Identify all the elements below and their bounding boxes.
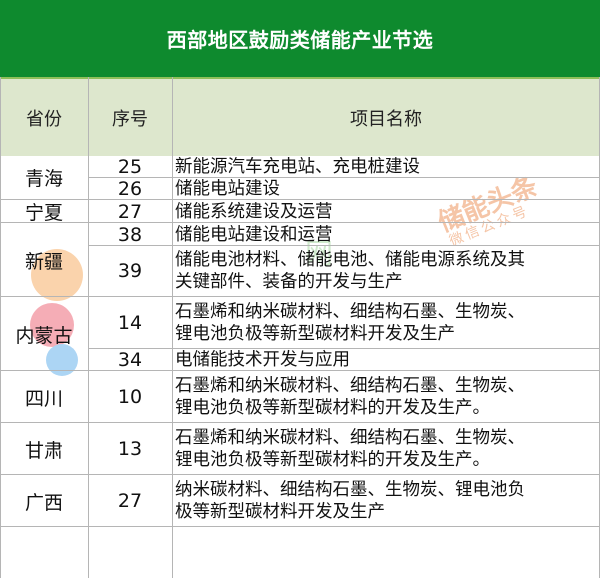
row-project: 石墨烯和纳米碳材料、细结构石墨、生物炭、 锂电池负极等新型碳材料的开发及生产。 <box>175 424 600 474</box>
group-divider <box>0 422 600 423</box>
row-province: 新疆 <box>24 250 63 273</box>
row-project-lines: 石墨烯和纳米碳材料、细结构石墨、生物炭、 锂电池负极等新型碳材料的开发及生产。 <box>175 375 525 419</box>
row-project-line: 石墨烯和纳米碳材料、细结构石墨、生物炭、 <box>175 428 525 448</box>
row-project-line: 极等新型碳材料开发及生产 <box>175 502 385 522</box>
table-header: 省份 序号 项目名称 <box>0 77 600 156</box>
row-number: 25 <box>117 155 143 178</box>
row-number: 34 <box>117 348 143 371</box>
row-project: 储能电池材料、储能电池、储能电源系统及其 关键部件、装备的开发与生产 <box>175 246 600 296</box>
row-project-lines: 新能源汽车充电站、充电桩建设 <box>175 156 420 178</box>
row-number: 38 <box>117 223 143 246</box>
row-province: 宁夏 <box>24 202 63 224</box>
row-project: 石墨烯和纳米碳材料、细结构石墨、生物炭、 锂电池负极等新型碳材料开发及生产 <box>175 298 600 348</box>
column-divider <box>172 77 173 578</box>
row-number: 27 <box>117 200 143 223</box>
row-province: 甘肃 <box>24 439 63 462</box>
row-province: 四川 <box>24 387 63 410</box>
row-project: 储能系统建设及运营 <box>175 201 600 222</box>
row-project-lines: 储能电站建设和运营 <box>175 224 333 246</box>
group-divider <box>0 474 600 475</box>
row-project: 纳米碳材料、细结构石墨、生物炭、锂电池负 极等新型碳材料开发及生产 <box>175 476 600 526</box>
row-number: 26 <box>117 177 143 200</box>
row-number: 14 <box>117 312 143 334</box>
row-project-line: 储能电站建设 <box>175 178 280 199</box>
column-divider <box>88 77 89 578</box>
row-project-line: 关键部件、装备的开发与生产 <box>175 272 403 292</box>
row-project-line: 锂电池负极等新型碳材料的开发及生产。 <box>175 450 490 470</box>
row-project-lines: 储能电站建设 <box>175 178 280 200</box>
row-project: 储能电站建设 <box>175 178 600 199</box>
row-project-line: 新能源汽车充电站、充电桩建设 <box>175 156 420 177</box>
page-title: 西部地区鼓励类储能产业节选 <box>0 0 600 77</box>
row-project: 储能电站建设和运营 <box>175 224 600 245</box>
group-divider <box>0 296 600 297</box>
row-project-line: 储能电池材料、储能电池、储能电源系统及其 <box>175 250 525 270</box>
row-number: 39 <box>117 260 143 282</box>
row-number: 13 <box>117 438 143 460</box>
row-number: 27 <box>117 490 143 512</box>
row-project: 电储能技术开发与应用 <box>175 349 600 370</box>
row-province: 广西 <box>24 491 63 514</box>
group-divider <box>0 370 600 371</box>
row-project-line: 储能电站建设和运营 <box>175 224 333 245</box>
row-project-lines: 电储能技术开发与应用 <box>175 349 350 371</box>
row-number: 10 <box>117 386 143 408</box>
row-project: 新能源汽车充电站、充电桩建设 <box>175 156 600 177</box>
row-project-line: 储能系统建设及运营 <box>175 201 333 222</box>
row-province: 青海 <box>24 168 63 190</box>
table-border <box>0 77 1 578</box>
header-number: 序号 <box>112 108 148 130</box>
row-project-line: 电储能技术开发与应用 <box>175 349 350 370</box>
row-province: 内蒙古 <box>15 324 73 347</box>
header-province: 省份 <box>26 108 62 130</box>
group-divider <box>0 526 600 527</box>
row-project-line: 石墨烯和纳米碳材料、细结构石墨、生物炭、 <box>175 376 525 396</box>
header-project: 项目名称 <box>350 108 422 130</box>
row-project: 石墨烯和纳米碳材料、细结构石墨、生物炭、 锂电池负极等新型碳材料的开发及生产。 <box>175 372 600 422</box>
row-project-line: 锂电池负极等新型碳材料开发及生产 <box>175 324 455 344</box>
row-project-line: 纳米碳材料、细结构石墨、生物炭、锂电池负 <box>175 480 525 500</box>
page: 西部地区鼓励类储能产业节选 省份 序号 项目名称 网 储能头条 微信公众号 25… <box>0 0 600 578</box>
row-project-lines: 石墨烯和纳米碳材料、细结构石墨、生物炭、 锂电池负极等新型碳材料开发及生产 <box>175 301 525 345</box>
row-project-lines: 石墨烯和纳米碳材料、细结构石墨、生物炭、 锂电池负极等新型碳材料的开发及生产。 <box>175 427 525 471</box>
row-project-lines: 储能系统建设及运营 <box>175 201 333 223</box>
row-project-lines: 纳米碳材料、细结构石墨、生物炭、锂电池负 极等新型碳材料开发及生产 <box>175 479 525 523</box>
row-project-line: 石墨烯和纳米碳材料、细结构石墨、生物炭、 <box>175 302 525 322</box>
row-project-lines: 储能电池材料、储能电池、储能电源系统及其 关键部件、装备的开发与生产 <box>175 249 525 293</box>
row-project-line: 锂电池负极等新型碳材料的开发及生产。 <box>175 398 490 418</box>
